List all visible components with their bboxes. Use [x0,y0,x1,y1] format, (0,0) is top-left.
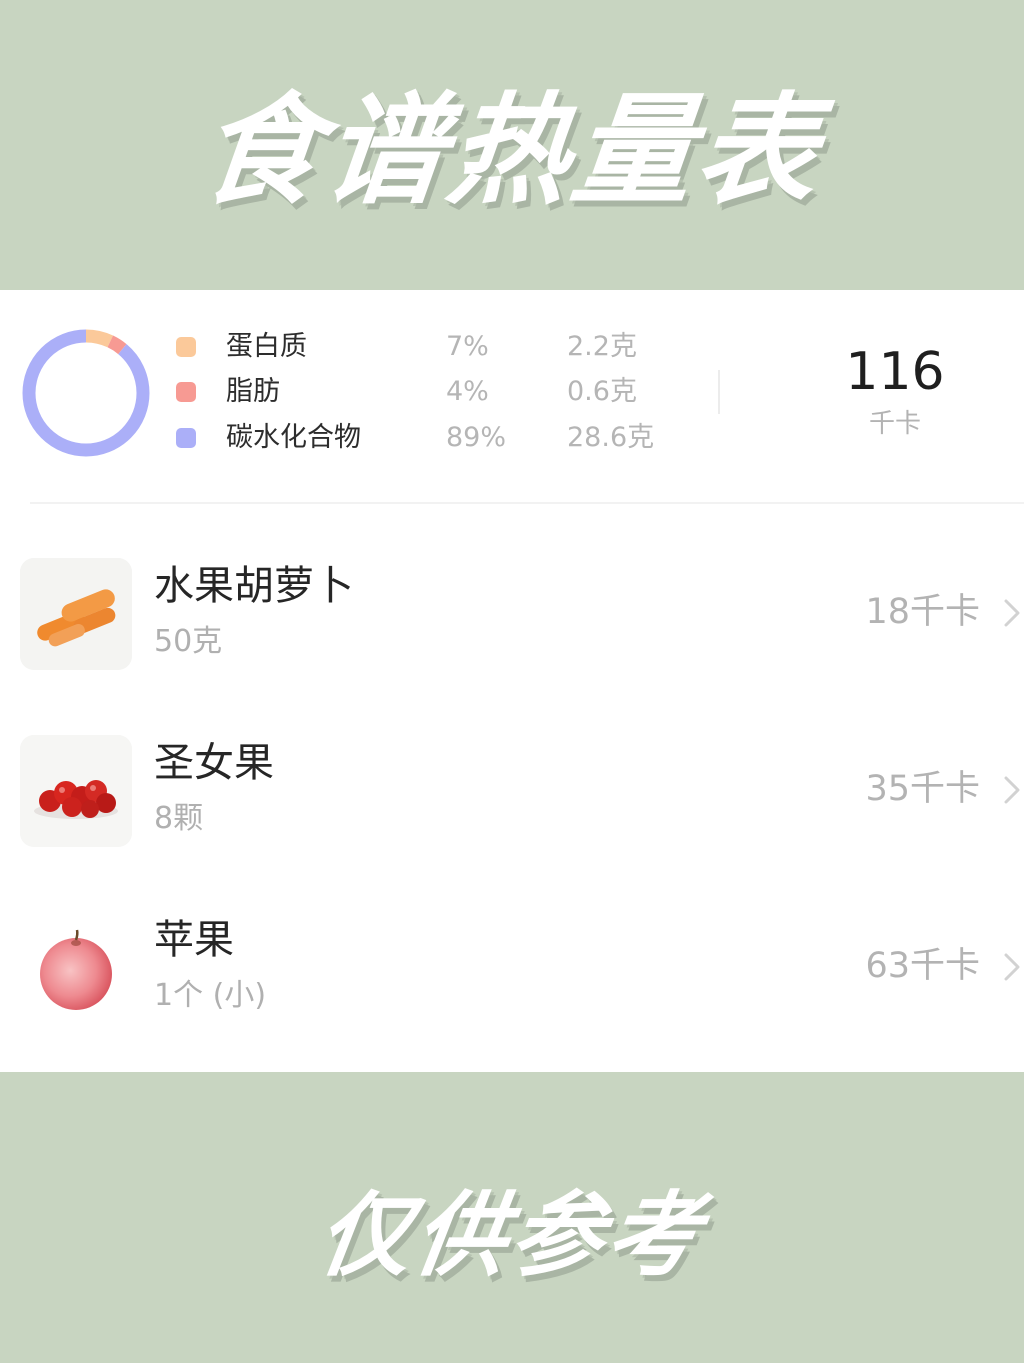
footer-banner: 仅供参考 [0,1072,1024,1363]
macro-percent: 89% [446,422,507,453]
carbs-color-dot [176,428,196,448]
food-name: 水果胡萝卜 [154,563,354,609]
chevron-right-icon [1004,776,1020,804]
food-item-carrot[interactable]: 水果胡萝卜 50克 18千卡 [0,538,1024,688]
food-quantity: 8颗 [154,801,204,836]
page-title: 食谱热量表 [193,82,829,221]
total-kcal-unit: 千卡 [868,409,921,439]
header-banner: 食谱热量表 [0,0,1024,290]
food-kcal: 63千卡 [865,946,980,986]
food-kcal: 35千卡 [865,769,980,809]
macro-row-fat: 脂肪 4% 0.6克 [176,372,696,412]
carrot-image [20,558,132,670]
apple-image [20,912,132,1024]
food-kcal: 18千卡 [865,592,980,632]
food-item-apple[interactable]: 苹果 1个 (小) 63千卡 [0,892,1024,1042]
food-quantity: 50克 [154,624,223,659]
macro-name: 蛋白质 [226,331,307,362]
macro-donut-chart [22,329,150,457]
summary-divider [718,370,720,414]
food-name: 苹果 [154,917,234,963]
macro-amount: 0.6克 [567,376,637,407]
nutrition-card: 蛋白质 7% 2.2克 脂肪 4% 0.6克 碳水化合物 89% 28.6克 1… [0,290,1024,1072]
macro-percent: 7% [446,331,489,362]
food-quantity: 1个 (小) [154,978,267,1013]
macro-name: 脂肪 [226,376,280,407]
macro-row-protein: 蛋白质 7% 2.2克 [176,327,696,367]
macro-row-carbs: 碳水化合物 89% 28.6克 [176,418,696,458]
donut-segment-2 [22,329,150,457]
total-kcal: 116 [845,342,945,402]
macro-name: 碳水化合物 [226,422,361,453]
chevron-right-icon [1004,599,1020,627]
fat-color-dot [176,382,196,402]
section-divider [30,502,1024,504]
macro-percent: 4% [446,376,489,407]
protein-color-dot [176,337,196,357]
food-name: 圣女果 [154,740,274,786]
macro-amount: 2.2克 [567,331,637,362]
footer-note: 仅供参考 [311,1182,711,1289]
chevron-right-icon [1004,953,1020,981]
cherry-tomato-image [20,735,132,847]
macro-amount: 28.6克 [567,422,655,453]
food-item-cherry-tomato[interactable]: 圣女果 8颗 35千卡 [0,715,1024,865]
macro-summary: 蛋白质 7% 2.2克 脂肪 4% 0.6克 碳水化合物 89% 28.6克 1… [0,290,1024,502]
